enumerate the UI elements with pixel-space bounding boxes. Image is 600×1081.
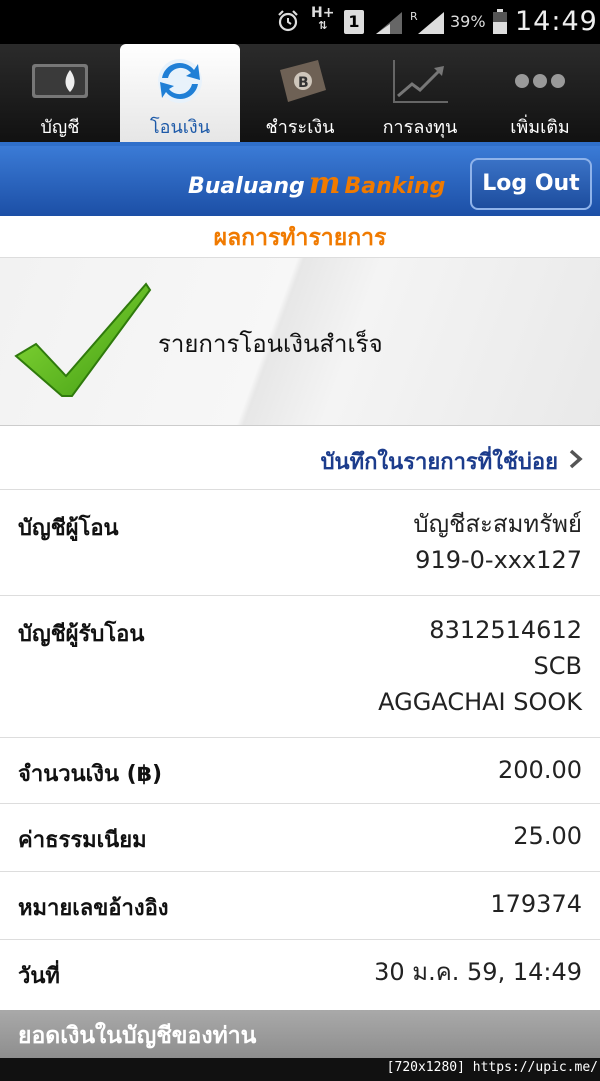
battery-icon <box>493 9 507 34</box>
checkmark-icon <box>14 282 152 397</box>
amount-row: จำนวนเงิน (฿) 200.00 <box>0 738 600 804</box>
main-tab-bar: บัญชี โอนเงิน B ชำระเงิน การลงทุน เพิ่มเ… <box>0 44 600 142</box>
transfer-result-page: ผลการทำรายการ รายการโอนเงินสำเร็จ บันทึก… <box>0 216 600 1081</box>
reference-label: หมายเลขอ้างอิง <box>18 896 169 921</box>
tab-label: บัญชี <box>40 117 80 138</box>
signal-strength-icon <box>376 12 402 34</box>
from-account-row: บัญชีผู้โอน บัญชีสะสมทรัพย์ 919-0-xxx127 <box>0 490 600 596</box>
amount-value: 200.00 <box>498 756 582 784</box>
status-clock: 14:49 <box>515 6 598 37</box>
app-header: Bualuang m Banking Log Out <box>0 142 600 216</box>
date-label: วันที่ <box>18 964 60 989</box>
tab-transfer[interactable]: โอนเงิน <box>120 44 240 142</box>
bottom-strip: [720x1280] https://upic.me/ <box>0 1058 600 1081</box>
page-title: ผลการทำรายการ <box>0 216 600 258</box>
success-panel: รายการโอนเงินสำเร็จ <box>0 258 600 426</box>
tab-label: การลงทุน <box>382 117 458 138</box>
from-account-number: 919-0-xxx127 <box>415 546 582 574</box>
date-row: วันที่ 30 ม.ค. 59, 14:49 <box>0 940 600 1010</box>
tab-label: เพิ่มเติม <box>510 117 570 138</box>
save-favorite-label: บันทึกในรายการที่ใช้บ่อย <box>320 450 558 475</box>
roaming-indicator: R <box>410 10 418 23</box>
watermark-text: [720x1280] https://upic.me/ <box>386 1060 598 1075</box>
bill-payment-icon: B <box>280 60 326 102</box>
tab-accounts[interactable]: บัญชี <box>0 44 120 142</box>
fee-row: ค่าธรรมเนียม 25.00 <box>0 804 600 872</box>
tab-label: โอนเงิน <box>149 117 211 138</box>
to-account-label: บัญชีผู้รับโอน <box>18 622 145 647</box>
to-account-number: 8312514612 <box>429 616 582 644</box>
battery-percent: 39% <box>450 12 486 31</box>
logout-button[interactable]: Log Out <box>470 158 592 210</box>
to-account-row: บัญชีผู้รับโอน 8312514612 SCB AGGACHAI S… <box>0 596 600 738</box>
tab-payment[interactable]: B ชำระเงิน <box>240 44 360 142</box>
chevron-right-icon <box>569 449 583 469</box>
tab-label: ชำระเงิน <box>265 117 335 138</box>
investment-chart-icon <box>393 60 448 103</box>
svg-text:B: B <box>298 75 309 91</box>
save-favorite-link[interactable]: บันทึกในรายการที่ใช้บ่อย <box>0 426 600 490</box>
amount-label: จำนวนเงิน (฿) <box>18 762 163 787</box>
network-type-indicator: H+ ⇅ <box>311 5 335 32</box>
to-account-bank: SCB <box>533 652 582 680</box>
to-account-name: AGGACHAI SOOK <box>378 688 582 716</box>
reference-value: 179374 <box>490 890 582 918</box>
wallet-icon <box>32 64 88 98</box>
more-dots-icon <box>515 74 565 88</box>
fee-value: 25.00 <box>513 822 582 850</box>
reference-row: หมายเลขอ้างอิง 179374 <box>0 872 600 940</box>
balance-section-label: ยอดเงินในบัญชีของท่าน <box>18 1023 257 1049</box>
from-account-type: บัญชีสะสมทรัพย์ <box>413 510 582 538</box>
transfer-arrows-icon <box>158 59 202 103</box>
success-message: รายการโอนเงินสำเร็จ <box>158 330 383 358</box>
alarm-icon <box>278 10 298 32</box>
tab-more[interactable]: เพิ่มเติม <box>480 44 600 142</box>
tab-investment[interactable]: การลงทุน <box>360 44 480 142</box>
fee-label: ค่าธรรมเนียม <box>18 828 147 853</box>
from-account-values: บัญชีสะสมทรัพย์ 919-0-xxx127 <box>413 506 582 578</box>
to-account-values: 8312514612 SCB AGGACHAI SOOK <box>378 612 582 720</box>
bualuang-mbanking-logo: Bualuang m Banking <box>188 166 446 201</box>
from-account-label: บัญชีผู้โอน <box>18 516 119 541</box>
status-bar: H+ ⇅ 1 R 39% 14:49 <box>0 0 600 44</box>
balance-section-header[interactable]: ยอดเงินในบัญชีของท่าน <box>0 1010 600 1058</box>
date-value: 30 ม.ค. 59, 14:49 <box>374 958 582 986</box>
sim-slot-badge: 1 <box>344 10 364 34</box>
roaming-signal-icon: R <box>410 10 444 34</box>
